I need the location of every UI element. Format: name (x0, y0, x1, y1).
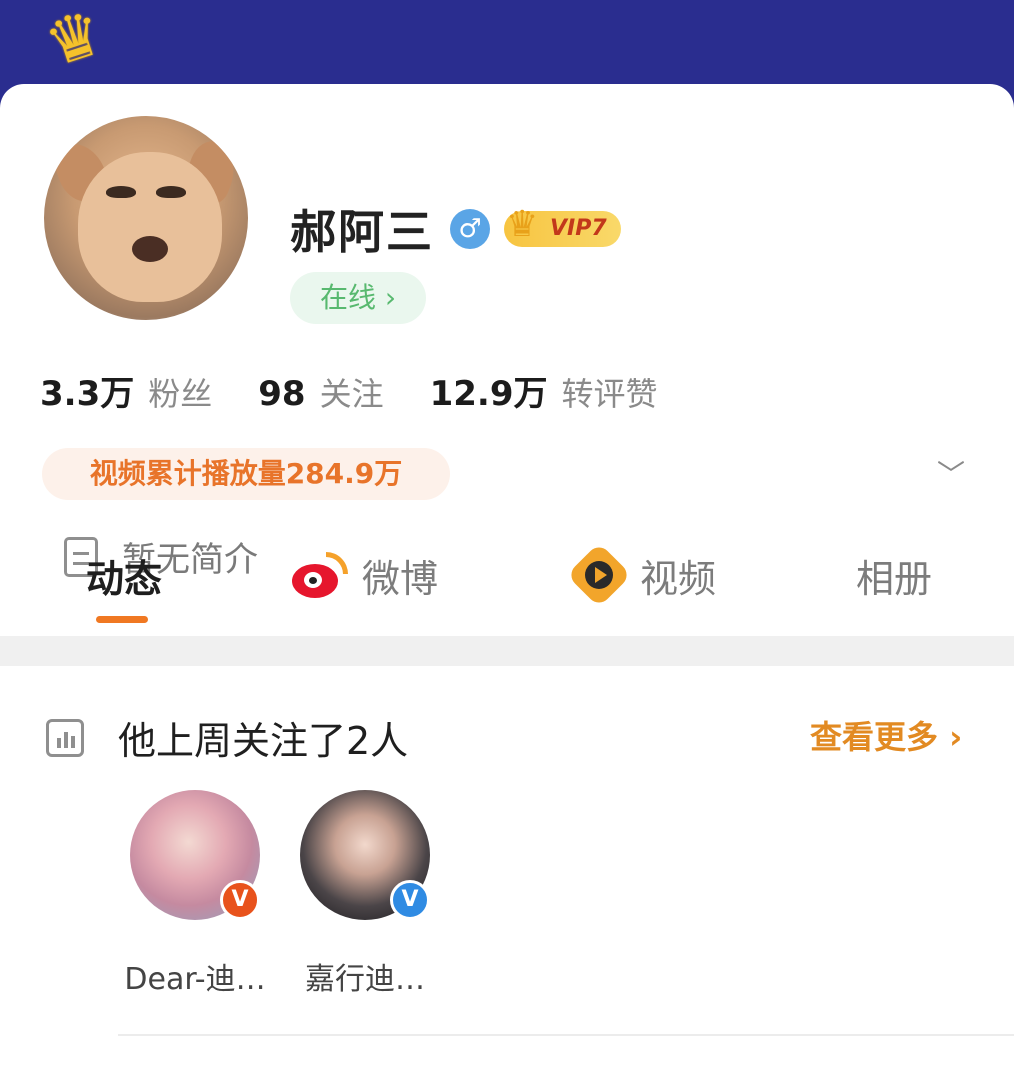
online-status-pill[interactable]: 在线 › (290, 272, 426, 324)
tab-album-label: 相册 (856, 556, 933, 601)
video-icon (566, 542, 632, 608)
stat-following-label: 关注 (319, 375, 384, 413)
video-views-pill[interactable]: 视频累计播放量284.9万 (42, 448, 450, 500)
followed-user-avatar[interactable]: V (130, 790, 260, 920)
see-more-link[interactable]: 查看更多 › (810, 712, 962, 758)
stat-following-value: 98 (258, 374, 306, 414)
stats-row: 3.3万 粉丝 98 关注 12.9万 转评赞 (40, 366, 704, 415)
tab-weibo-label: 微博 (362, 556, 439, 601)
chevron-down-icon[interactable]: ﹀ (936, 460, 966, 490)
profile-tabs: 动态 微博 视频 相册 (0, 540, 1014, 630)
vip-label: VIP7 (550, 216, 607, 241)
vip-crown-icon: ♛ (506, 204, 539, 245)
avatar-eye-left (106, 186, 136, 198)
avatar-eye-right (156, 186, 186, 198)
vip-badge[interactable]: ♛ VIP7 (504, 204, 621, 247)
recent-follows-title: 他上周关注了2人 (118, 719, 409, 763)
stat-fans[interactable]: 3.3万 粉丝 (40, 366, 212, 415)
tab-weibo[interactable]: 微博 (292, 540, 438, 610)
section-divider (0, 636, 1014, 666)
verified-badge-icon: V (390, 880, 430, 920)
username: 郝阿三 (290, 205, 434, 259)
tab-video-label: 视频 (640, 556, 717, 601)
stat-interactions-label: 转评赞 (561, 375, 658, 413)
recent-follows-header: 他上周关注了2人 (46, 710, 408, 765)
active-tab-indicator (96, 616, 148, 623)
recent-follows-section: 他上周关注了2人 查看更多 › V Dear-迪… V 嘉行迪… (0, 666, 1014, 1080)
tab-album[interactable]: 相册 (856, 540, 932, 610)
followed-user-1[interactable]: V Dear-迪… (110, 790, 280, 998)
followed-user-name: Dear-迪… (124, 962, 266, 997)
list-divider (118, 1034, 1014, 1036)
followed-user-2[interactable]: V 嘉行迪… (280, 790, 450, 998)
verified-badge-icon: V (220, 880, 260, 920)
stat-fans-value: 3.3万 (40, 374, 135, 414)
stat-interactions[interactable]: 12.9万 转评赞 (430, 366, 658, 415)
followed-user-avatar[interactable]: V (300, 790, 430, 920)
tab-dynamic-label: 动态 (86, 556, 163, 601)
bar-chart-icon (46, 718, 84, 757)
profile-avatar[interactable] (40, 112, 252, 324)
name-row: 郝阿三 ♂ ♛ VIP7 (290, 196, 621, 262)
followed-user-name: 嘉行迪… (305, 962, 425, 997)
stat-interactions-value: 12.9万 (429, 374, 548, 414)
avatar-face (78, 152, 222, 302)
male-gender-icon: ♂ (450, 209, 490, 249)
stat-following[interactable]: 98 关注 (258, 369, 383, 415)
tab-dynamic[interactable]: 动态 (86, 540, 162, 610)
avatar-nose (132, 236, 168, 262)
tab-video[interactable]: 视频 (566, 540, 717, 610)
stat-fans-label: 粉丝 (148, 375, 213, 413)
weibo-icon (292, 552, 348, 598)
